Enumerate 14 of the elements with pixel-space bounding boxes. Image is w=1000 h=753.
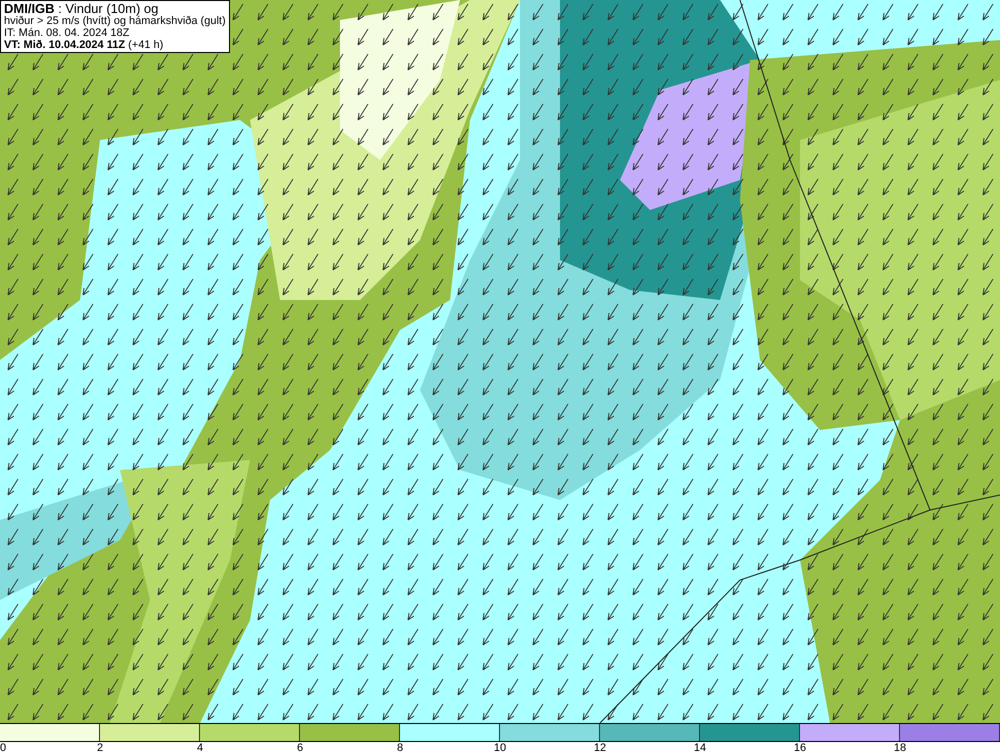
info-text: DMI/IGB : Vindur (10m) og [4, 2, 158, 15]
legend-label: 2 [96, 742, 104, 753]
legend-label: 16 [794, 742, 806, 753]
info-text: VT: Mið. 10.04.2024 11Z (+41 h) [4, 39, 164, 51]
legend-label: 14 [694, 742, 706, 753]
legend-label: 0 [0, 742, 6, 753]
legend-label: 8 [396, 742, 404, 753]
info-text: IT: Mán. 08. 04. 2024 18Z [4, 27, 130, 39]
legend-label: 10 [494, 742, 506, 753]
legend-label: 4 [196, 742, 204, 753]
legend-label: 18 [894, 742, 906, 753]
legend-label: 6 [296, 742, 304, 753]
info-text: hviður > 25 m/s (hvítt) og hámarkshviða (gult) [4, 15, 226, 27]
legend-label: 12 [594, 742, 606, 753]
